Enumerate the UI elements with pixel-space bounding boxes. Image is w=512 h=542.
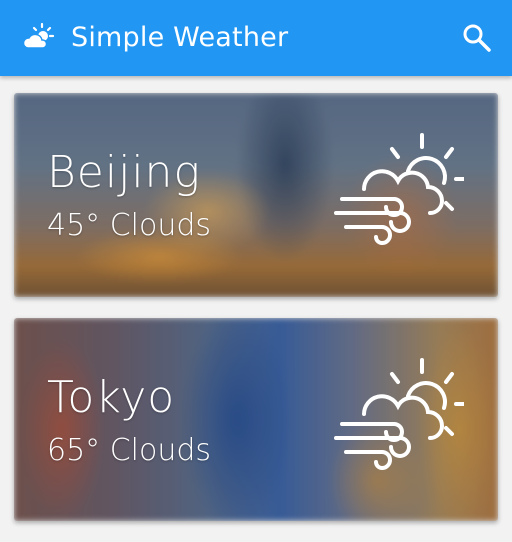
temperature-condition: 65° Clouds — [47, 433, 212, 468]
partly-cloudy-icon — [22, 22, 55, 49]
cloud-wind-sun-icon — [334, 133, 464, 246]
city-name: Beijing — [47, 147, 201, 198]
search-icon[interactable] — [460, 22, 494, 54]
cloud-wind-sun-icon — [334, 358, 464, 471]
city-name: Tokyo — [47, 372, 176, 423]
app-bar: Simple Weather — [0, 0, 512, 76]
weather-card-beijing[interactable]: Beijing 45° Clouds — [14, 93, 498, 297]
temperature-condition: 45° Clouds — [47, 208, 212, 243]
app-title: Simple Weather — [71, 22, 289, 53]
weather-card-tokyo[interactable]: Tokyo 65° Clouds — [14, 318, 498, 521]
